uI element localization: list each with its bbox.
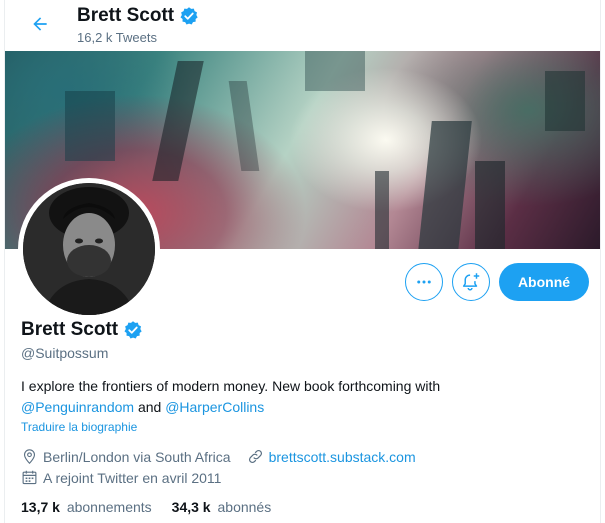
- header-tweet-count: 16,2 k Tweets: [77, 30, 157, 45]
- profile-meta-row: Berlin/London via South Africa brettscot…: [21, 448, 432, 465]
- following-count: 13,7 k: [21, 499, 60, 515]
- website-link[interactable]: brettscott.substack.com: [269, 449, 416, 465]
- verified-badge-icon: [124, 321, 142, 339]
- bio-text: I explore the frontiers of modern money.…: [21, 378, 441, 394]
- avatar-portrait: [23, 183, 155, 315]
- following-label: abonnements: [66, 499, 152, 515]
- notify-button[interactable]: [452, 263, 490, 301]
- bio-and: and: [137, 399, 162, 415]
- avatar[interactable]: [18, 178, 160, 320]
- followers-stat[interactable]: 34,3 k abonnés: [172, 499, 272, 515]
- location-text: Berlin/London via South Africa: [43, 448, 231, 465]
- more-options-button[interactable]: [405, 263, 443, 301]
- following-button[interactable]: Abonné: [499, 263, 589, 301]
- profile-column: Brett Scott 16,2 k Tweets Abonné Brett S…: [4, 0, 601, 523]
- website-item: brettscott.substack.com: [247, 448, 416, 465]
- mention-link-penguinrandom[interactable]: @Penguinrandom: [21, 399, 134, 415]
- joined-text: A rejoint Twitter en avril 2011: [43, 469, 222, 486]
- profile-handle: @Suitpossum: [21, 345, 109, 361]
- followers-label: abonnés: [217, 499, 272, 515]
- location-item: Berlin/London via South Africa: [21, 448, 231, 465]
- arrow-left-icon: [33, 17, 47, 31]
- more-dots-icon: [417, 280, 431, 284]
- profile-bio: I explore the frontiers of modern money.…: [21, 376, 581, 418]
- profile-header-bar: Brett Scott 16,2 k Tweets: [5, 0, 600, 50]
- back-button[interactable]: [23, 9, 57, 39]
- avatar-image: [23, 183, 155, 315]
- profile-stats: 13,7 k abonnements 34,3 k abonnés: [21, 499, 271, 515]
- profile-name: Brett Scott: [21, 319, 119, 340]
- header-name: Brett Scott: [77, 5, 175, 26]
- bell-plus-icon: [462, 273, 480, 291]
- following-stat[interactable]: 13,7 k abonnements: [21, 499, 152, 515]
- followers-count: 34,3 k: [171, 499, 211, 515]
- translate-bio-link[interactable]: Traduire la biographie: [21, 420, 137, 434]
- profile-name-row: Brett Scott: [21, 319, 143, 341]
- verified-badge-icon: [180, 7, 198, 25]
- header-title: Brett Scott: [77, 5, 199, 27]
- link-icon: [248, 449, 262, 464]
- calendar-icon: [22, 470, 37, 485]
- joined-item: A rejoint Twitter en avril 2011: [21, 469, 221, 486]
- location-pin-icon: [23, 449, 36, 465]
- mention-link-harpercollins[interactable]: @HarperCollins: [165, 399, 264, 415]
